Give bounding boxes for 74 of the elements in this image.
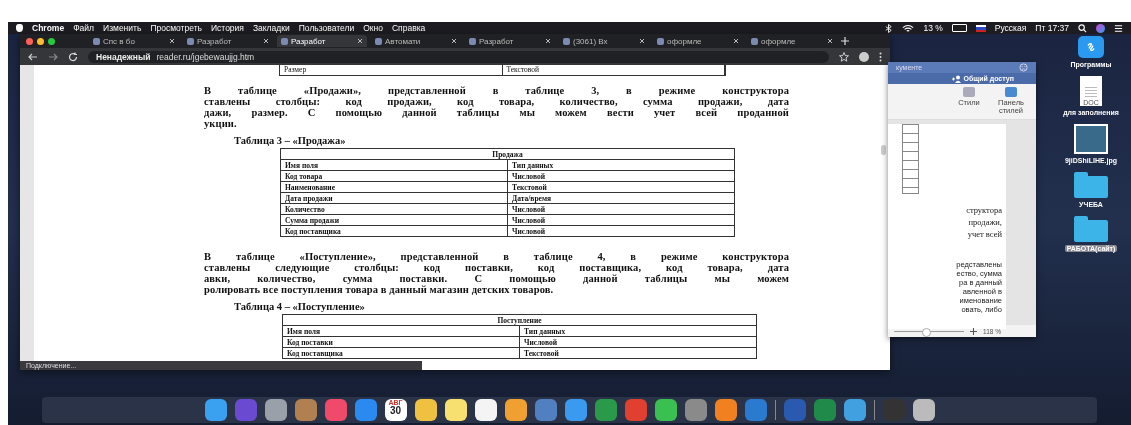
avatar-icon[interactable] <box>859 51 869 62</box>
paragraph-line: ролировать все поступления товара в данный магазин детских товаров. <box>204 284 555 295</box>
input-source[interactable]: Русская <box>994 23 1027 33</box>
close-icon[interactable] <box>733 38 739 44</box>
close-icon[interactable] <box>639 38 645 44</box>
browser-tab[interactable]: Автомати <box>371 35 461 47</box>
star-icon[interactable] <box>839 51 849 62</box>
table-caption: Таблица 3 – «Продажа» <box>234 135 347 146</box>
paragraph-line: авки, количество, сумма поставки. С помощью данной таблицы мы можем <box>204 273 789 284</box>
menu-item[interactable]: Изменить <box>103 23 142 33</box>
new-tab-icon[interactable] <box>841 37 849 45</box>
smiley-icon[interactable] <box>1019 63 1028 72</box>
menu-item[interactable]: Справка <box>392 23 426 33</box>
close-icon[interactable] <box>827 38 833 44</box>
menu-item[interactable]: История <box>210 23 244 33</box>
page-icon <box>187 37 194 45</box>
text-line: продажи, <box>967 216 1003 228</box>
page-icon <box>469 37 476 45</box>
close-icon[interactable] <box>451 38 457 44</box>
page-icon <box>281 37 288 45</box>
scrollbar-thumb[interactable] <box>881 145 886 155</box>
minimize-icon[interactable] <box>37 37 44 45</box>
page-icon <box>375 37 382 45</box>
close-icon[interactable] <box>545 38 551 44</box>
zoom-in-icon[interactable] <box>970 327 977 335</box>
browser-tab[interactable]: (3061) Вх <box>559 35 649 47</box>
paragraph-line: ставлены столбцы: код продажи, код товара, количество, сумма продажи, дата <box>204 96 789 107</box>
menu-item[interactable]: Закладки <box>252 23 290 33</box>
browser-tab[interactable]: Спс в бо <box>89 35 179 47</box>
text-line: учет всей <box>966 228 1003 240</box>
browser-tab[interactable]: Разработ <box>277 35 367 47</box>
reload-icon[interactable] <box>68 51 78 62</box>
menu-item[interactable]: Пользователи <box>298 23 355 33</box>
add-person-icon <box>951 74 962 83</box>
browser-tab[interactable]: Разработ <box>183 35 273 47</box>
address-bar[interactable]: Ненадежный reader.ru/jgebewaujjg.htm <box>88 50 829 63</box>
paragraph-line: ставлены следующие столбцы: код поставки, код поставщика, код товара, дата <box>204 262 789 273</box>
zoom-slider[interactable] <box>894 326 964 336</box>
paragraph-line: В таблице «Поступление», представленной в таблице 4, в режиме конструктора <box>204 251 789 262</box>
battery-icon[interactable] <box>951 24 967 32</box>
page-icon <box>751 37 758 45</box>
clock[interactable]: Пт 17:37 <box>1035 23 1069 33</box>
page-icon <box>563 37 570 45</box>
browser-tab[interactable]: оформле <box>653 35 743 47</box>
browser-tab[interactable]: Разработ <box>465 35 555 47</box>
page-icon <box>657 37 664 45</box>
table-caption: Таблица 4 – «Поступление» <box>234 301 366 312</box>
text-line: структора <box>965 204 1003 216</box>
back-icon[interactable] <box>28 51 38 62</box>
close-icon[interactable] <box>169 38 175 44</box>
menu-item[interactable]: Просмотреть <box>150 23 202 33</box>
app-icon[interactable] <box>1078 36 1104 58</box>
menu-icon[interactable] <box>879 51 882 62</box>
search-icon[interactable] <box>1078 23 1087 33</box>
page-icon <box>93 37 100 45</box>
flag-icon[interactable] <box>975 24 986 32</box>
close-icon[interactable] <box>26 37 33 45</box>
paragraph-line: В таблице «Продажи», представленной в таблице 3, в режиме конструктора <box>204 85 789 96</box>
close-icon[interactable] <box>357 38 363 44</box>
paragraph-line: дажи, размер. С помощью данной таблицы мы можем вести учет всей проданной <box>204 107 789 118</box>
apple-icon[interactable] <box>16 24 23 32</box>
photo-placeholder[interactable] <box>1074 124 1108 154</box>
menu-item[interactable]: Файл <box>73 23 95 33</box>
menu-item[interactable]: Окно <box>363 23 383 33</box>
menu-item[interactable]: Chrome <box>32 23 65 33</box>
paragraph-line: укции. <box>204 118 238 129</box>
browser-tab[interactable]: оформле <box>747 35 837 47</box>
zoom-icon[interactable] <box>48 37 55 45</box>
battery-percent: 13 % <box>923 23 943 33</box>
bluetooth-icon[interactable] <box>884 23 894 33</box>
wifi-icon[interactable] <box>902 23 915 33</box>
close-icon[interactable] <box>263 38 269 44</box>
forward-icon[interactable] <box>48 51 58 62</box>
table-drawing <box>902 124 919 194</box>
